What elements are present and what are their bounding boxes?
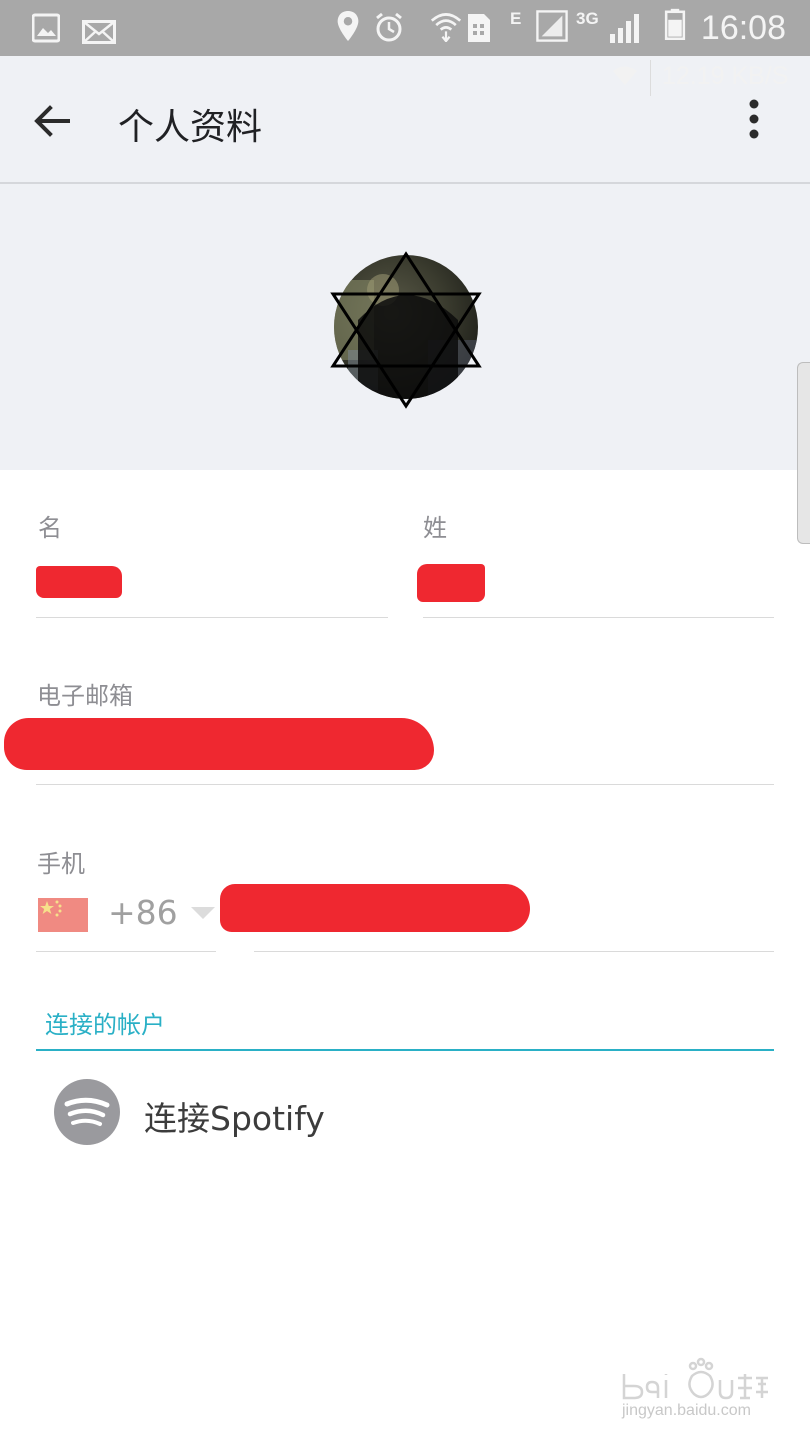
alarm-icon [376, 12, 402, 42]
email-field[interactable] [4, 712, 774, 780]
spotify-icon [54, 1079, 120, 1145]
profile-header [0, 184, 810, 470]
phone-label: 手机 [37, 850, 85, 878]
first-name-field[interactable] [36, 550, 388, 614]
phone-number-field[interactable] [220, 876, 774, 946]
chevron-down-icon[interactable] [190, 906, 216, 920]
connect-spotify-button[interactable]: 连接Spotify [36, 1070, 774, 1160]
location-icon [337, 10, 359, 42]
net-speed-divider [650, 60, 651, 96]
mail-icon [82, 20, 116, 44]
email-underline [36, 784, 774, 785]
first-name-label: 名 [38, 514, 62, 542]
scroll-handle[interactable] [797, 362, 810, 544]
first-name-underline [36, 617, 388, 618]
country-code-selector[interactable]: +86 [108, 893, 178, 932]
battery-icon [664, 8, 686, 40]
page-title: 个人资料 [118, 107, 263, 148]
redaction-mark [220, 884, 530, 932]
connect-spotify-label: 连接Spotify [144, 1099, 325, 1138]
phone-number-underline [254, 951, 774, 952]
last-name-label: 姓 [423, 514, 447, 542]
signal-strength-icon [610, 14, 639, 43]
network-type-e: E [510, 9, 522, 28]
back-arrow-icon[interactable] [28, 96, 78, 146]
avatar[interactable] [328, 250, 484, 410]
redaction-mark [417, 564, 485, 602]
watermark-url: jingyan.baidu.com [622, 1402, 751, 1419]
china-flag-icon[interactable] [38, 898, 88, 932]
last-name-field[interactable] [417, 550, 774, 614]
connected-accounts-title: 连接的帐户 [45, 1011, 165, 1039]
wifi-icon [613, 66, 637, 85]
last-name-underline [423, 617, 774, 618]
connected-accounts-divider [36, 1049, 774, 1051]
redaction-mark [36, 566, 122, 598]
more-options-icon[interactable] [738, 98, 770, 142]
sim-icon [468, 14, 490, 42]
network-type-3g: 3G [576, 9, 599, 28]
status-bar: E 3G 16:08 [0, 0, 810, 56]
app-bar: 12.19 KB/S 个人资料 [0, 56, 810, 184]
net-speed: 12.19 KB/S [662, 62, 789, 90]
wifi-hotspot-icon [430, 13, 462, 42]
signal-icon [536, 10, 568, 42]
country-code-underline [36, 951, 216, 952]
image-icon [32, 13, 60, 43]
email-label: 电子邮箱 [37, 682, 133, 710]
status-time: 16:08 [700, 9, 786, 47]
redaction-mark [4, 718, 434, 770]
